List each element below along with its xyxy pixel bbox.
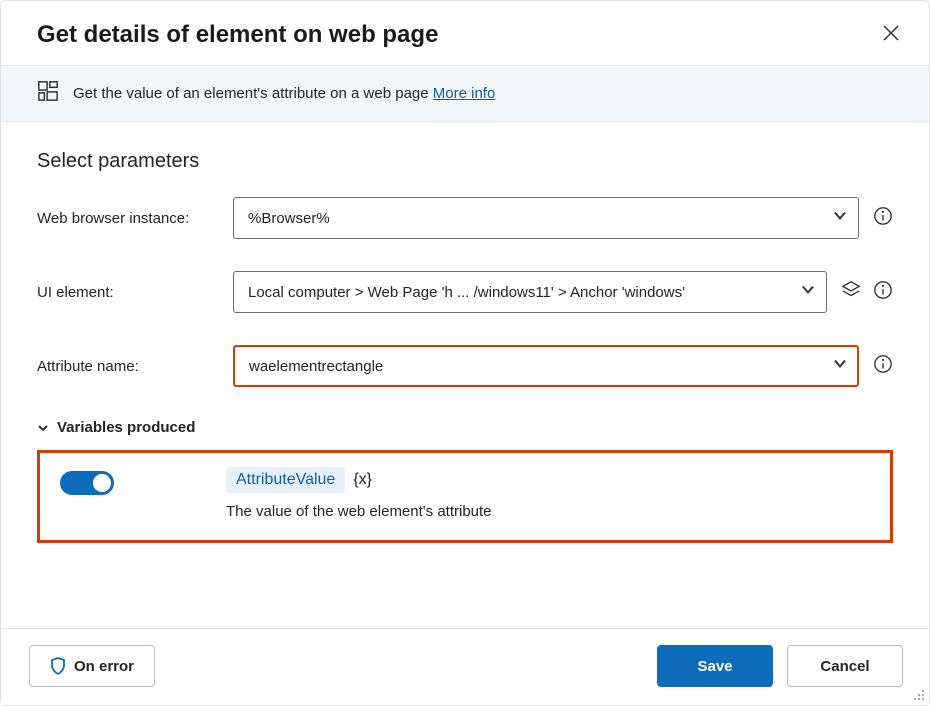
variable-oper: {x} bbox=[353, 471, 372, 489]
row-browser: Web browser instance: %Browser% bbox=[37, 197, 893, 239]
banner-text: Get the value of an element's attribute … bbox=[73, 85, 495, 102]
uielement-select[interactable]: Local computer > Web Page 'h ... /window… bbox=[233, 271, 827, 313]
section-heading: Select parameters bbox=[37, 150, 893, 173]
variables-heading: Variables produced bbox=[57, 419, 195, 436]
more-info-link[interactable]: More info bbox=[433, 85, 496, 102]
variable-info: AttributeValue {x} The value of the web … bbox=[226, 467, 492, 520]
info-icon[interactable] bbox=[873, 354, 893, 379]
close-icon[interactable] bbox=[883, 25, 899, 46]
attribute-value: waelementrectangle bbox=[249, 358, 383, 375]
save-button[interactable]: Save bbox=[657, 645, 773, 687]
variables-produced-toggle[interactable]: Variables produced bbox=[37, 419, 893, 436]
on-error-label: On error bbox=[74, 658, 134, 675]
label-uielement: UI element: bbox=[37, 284, 233, 301]
browser-value: %Browser% bbox=[248, 210, 330, 227]
dialog-footer: On error Save Cancel bbox=[1, 628, 929, 705]
resize-grip-icon[interactable] bbox=[911, 687, 925, 701]
action-icon bbox=[37, 80, 59, 107]
variable-name[interactable]: AttributeValue bbox=[226, 467, 345, 493]
layers-icon[interactable] bbox=[841, 280, 861, 305]
dialog-body: Select parameters Web browser instance: … bbox=[1, 122, 929, 553]
banner-description: Get the value of an element's attribute … bbox=[73, 85, 433, 102]
on-error-button[interactable]: On error bbox=[29, 645, 155, 687]
browser-select[interactable]: %Browser% bbox=[233, 197, 859, 239]
attribute-select[interactable]: waelementrectangle bbox=[233, 345, 859, 387]
label-browser: Web browser instance: bbox=[37, 210, 233, 227]
row-attribute: Attribute name: waelementrectangle bbox=[37, 345, 893, 387]
save-label: Save bbox=[697, 658, 732, 675]
info-icon[interactable] bbox=[873, 206, 893, 231]
cancel-label: Cancel bbox=[820, 658, 869, 675]
dialog-header: Get details of element on web page bbox=[1, 1, 929, 65]
cancel-button[interactable]: Cancel bbox=[787, 645, 903, 687]
variable-description: The value of the web element's attribute bbox=[226, 503, 492, 520]
label-attribute: Attribute name: bbox=[37, 358, 233, 375]
uielement-value: Local computer > Web Page 'h ... /window… bbox=[248, 284, 685, 301]
info-banner: Get the value of an element's attribute … bbox=[1, 65, 929, 122]
variable-toggle[interactable] bbox=[60, 471, 114, 495]
info-icon[interactable] bbox=[873, 280, 893, 305]
variable-block: AttributeValue {x} The value of the web … bbox=[37, 450, 893, 543]
row-uielement: UI element: Local computer > Web Page 'h… bbox=[37, 271, 893, 313]
dialog-title: Get details of element on web page bbox=[37, 21, 438, 49]
